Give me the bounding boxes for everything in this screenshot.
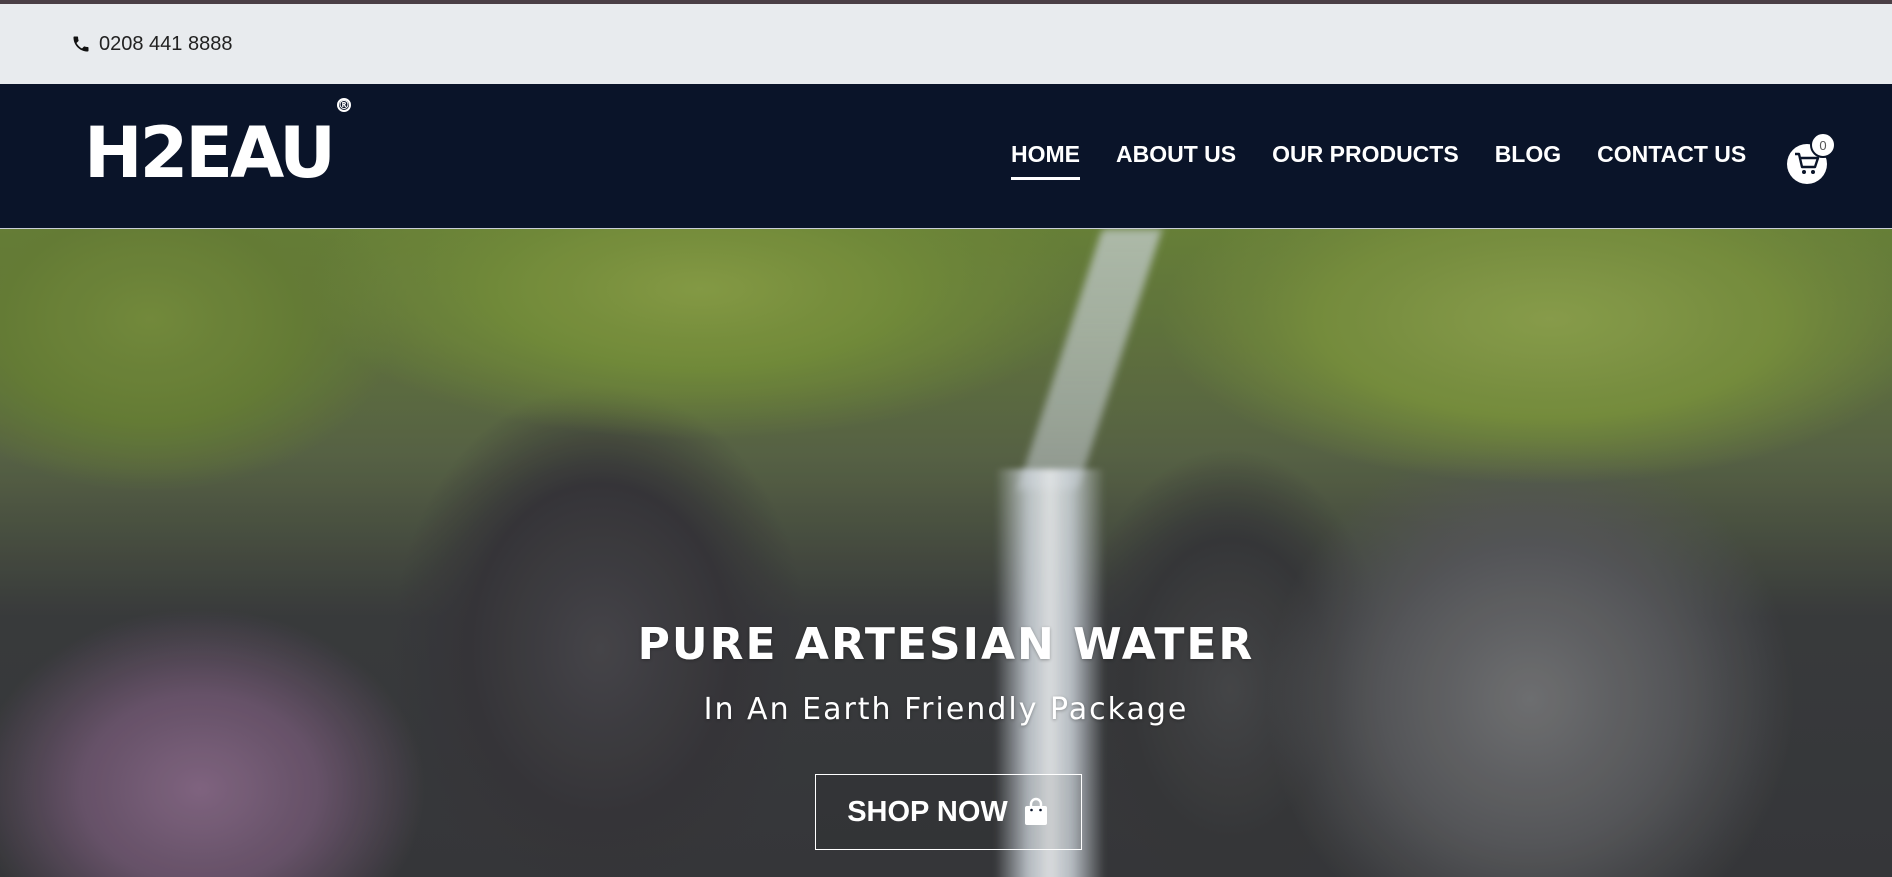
nav-our-products[interactable]: OUR PRODUCTS (1272, 141, 1459, 172)
cart-count-badge: 0 (1810, 132, 1836, 158)
shop-now-button[interactable]: SHOP NOW (815, 774, 1082, 850)
phone-number[interactable]: 0208 441 8888 (99, 33, 232, 56)
logo-text: H2EAU (84, 112, 336, 194)
phone-contact[interactable]: 0208 441 8888 (71, 33, 232, 56)
main-nav: HOME ABOUT US OUR PRODUCTS BLOG CONTACT … (1011, 84, 1782, 229)
nav-home[interactable]: HOME (1011, 141, 1080, 180)
hero-subtitle: In An Earth Friendly Package (703, 692, 1189, 727)
registered-mark: ® (336, 97, 351, 112)
hero-banner: PURE ARTESIAN WATER In An Earth Friendly… (0, 229, 1892, 877)
shop-now-label: SHOP NOW (847, 795, 1008, 828)
hero-title: PURE ARTESIAN WATER (637, 619, 1255, 670)
topbar: 0208 441 8888 (0, 4, 1892, 84)
phone-icon (73, 36, 89, 52)
nav-contact-us[interactable]: CONTACT US (1597, 141, 1746, 172)
cart-button[interactable]: 0 (1787, 132, 1836, 184)
nav-blog[interactable]: BLOG (1495, 141, 1561, 172)
shopping-bag-icon (1024, 797, 1047, 825)
nav-about-us[interactable]: ABOUT US (1116, 141, 1236, 172)
site-logo[interactable]: H2EAU® (84, 97, 351, 188)
site-header: H2EAU® HOME ABOUT US OUR PRODUCTS BLOG C… (0, 84, 1892, 229)
